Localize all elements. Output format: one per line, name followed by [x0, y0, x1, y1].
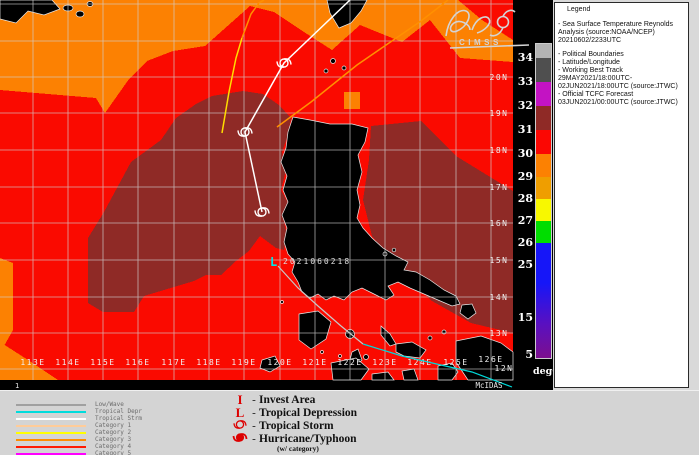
line-type-row: Category 1 [0, 415, 142, 422]
line-type-row: Category 5 [0, 443, 142, 450]
legend-box: Legend - Sea Surface Temperature Reynold… [554, 2, 689, 388]
lat-label: 18N [490, 146, 509, 155]
lon-label: 121E [302, 358, 327, 367]
lat-label: 20N [490, 73, 509, 82]
lat-label: 12N [495, 364, 514, 373]
track-legend-bar: Low/Wave Tropical Depr Tropical Strm Cat… [0, 390, 699, 455]
line-type-row: Tropical Strm [0, 408, 142, 415]
line-type-row: Category 4 [0, 436, 142, 443]
lat-label: 19N [490, 109, 509, 118]
legend-line: - Official TCFC Forecast [558, 91, 686, 99]
colorbar-tick: 31 [518, 123, 533, 136]
lon-label: 123E [372, 358, 397, 367]
lon-label: 118E [196, 358, 221, 367]
legend-panel: Legend - Sea Surface Temperature Reynold… [553, 0, 699, 390]
mcidas-watermark: McIDAS [475, 381, 503, 390]
symbol-label: Tropical Depression [259, 407, 357, 419]
lon-label: 117E [161, 358, 186, 367]
colorbar-tick: 30 [518, 147, 534, 160]
lat-label: 17N [490, 183, 509, 192]
symbol-note: (w/ category) [277, 444, 357, 453]
symbol-row: - Tropical Storm [231, 419, 357, 432]
colorbar-tick: 33 [518, 75, 533, 88]
symbol-label: Tropical Storm [259, 420, 334, 432]
colorbar-tick: 32 [518, 99, 533, 112]
colorbar-tick: 28 [518, 192, 534, 205]
lat-label: 13N [490, 329, 509, 338]
legend-line: 03JUN2021/00:00UTC (source:JTWC) [558, 99, 686, 107]
lon-label: 116E [125, 358, 150, 367]
low-marker: L [270, 255, 277, 269]
legend-line: - Latitude/Longitude [558, 59, 686, 67]
line-type-row: Tropical Depr [0, 401, 142, 408]
legend-line: 02JUN2021/18:00UTC (source:JTWC) [558, 83, 686, 91]
legend-line: - Political Boundaries [558, 51, 686, 59]
cimss-label: CIMSS [459, 38, 502, 47]
mcidas-window: 113E 114E 115E 116E 117E 118E 119E 120E … [0, 0, 699, 455]
symbol-label: Invest Area [259, 394, 315, 406]
storm-datetime-label: 2021060218 [283, 257, 351, 266]
colorbar-tick: 29 [518, 170, 533, 183]
colorbar-tick: 5 [525, 348, 533, 361]
line-type-row: Category 2 [0, 422, 142, 429]
lon-label: 125E [443, 358, 468, 367]
frame-number: 1 [15, 382, 19, 390]
legend-title: Legend [567, 6, 686, 14]
lat-label: 14N [490, 293, 509, 302]
lat-label: 15N [490, 256, 509, 265]
lat-label: 16N [490, 219, 509, 228]
colorbar-tick: 26 [518, 236, 534, 249]
legend-line: - Working Best Track [558, 67, 686, 75]
lon-label: 115E [90, 358, 115, 367]
lon-label: 114E [55, 358, 80, 367]
track-line-types: Low/Wave Tropical Depr Tropical Strm Cat… [0, 394, 142, 450]
colorbar-tick: 27 [518, 214, 533, 227]
sst-field [0, 0, 513, 380]
lon-label: 122E [337, 358, 362, 367]
colorbar-tick: 25 [518, 258, 533, 271]
hurricane-icon [231, 430, 249, 447]
symbol-label: Hurricane/Typhoon [259, 433, 357, 445]
lon-label: 126E [478, 355, 503, 364]
legend-line: 20210602/2233UTC [558, 37, 686, 45]
line-type-row: Category 3 [0, 429, 142, 436]
lon-label: 119E [231, 358, 256, 367]
symbol-row: L - Tropical Depression [231, 406, 357, 419]
category5-line-swatch [16, 453, 86, 455]
map-canvas[interactable]: 113E 114E 115E 116E 117E 118E 119E 120E … [0, 0, 553, 390]
track-symbols: I - Invest Area L - Tropical Depression … [231, 393, 357, 453]
line-type-label: Category 5 [95, 450, 131, 455]
colorbar-tick: 15 [518, 311, 533, 324]
symbol-row: I - Invest Area [231, 393, 357, 406]
lon-label: 120E [267, 358, 292, 367]
colorbar-tick: 34 [518, 51, 534, 64]
legend-line: - Sea Surface Temperature Reynolds [558, 21, 686, 29]
legend-line: 29MAY2021/18:00UTC- [558, 75, 686, 83]
colorbar-unit: degC [533, 366, 553, 377]
lon-label: 113E [20, 358, 45, 367]
line-type-row: Low/Wave [0, 394, 142, 401]
legend-line: Analysis (source:NOAA/NCEP) [558, 29, 686, 37]
